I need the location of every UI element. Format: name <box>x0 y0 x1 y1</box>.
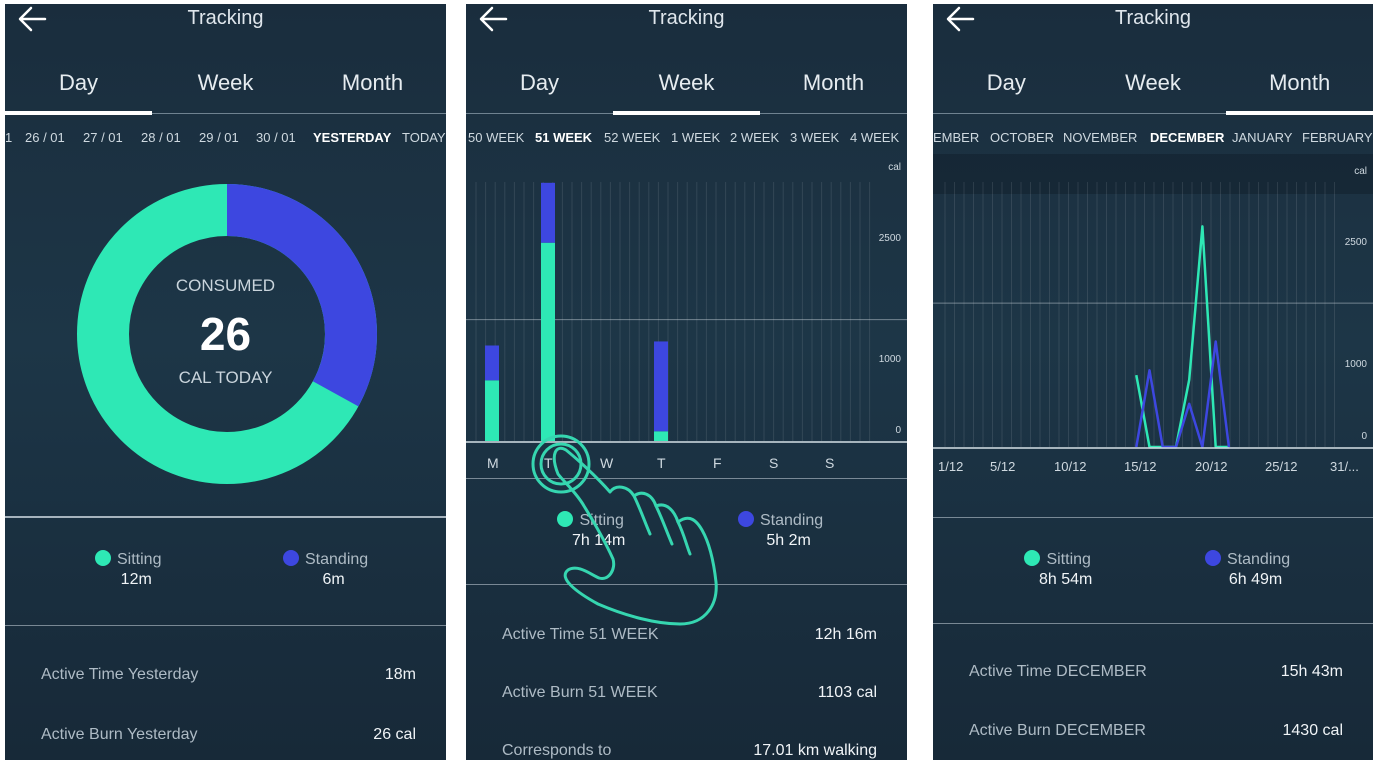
legend-sitting: Sitting 8h 54m <box>1023 550 1092 589</box>
legend-value: 12m <box>120 571 152 588</box>
tab-week[interactable]: Week <box>152 62 299 113</box>
month-item[interactable]: FEBRUARY <box>1302 130 1373 145</box>
week-screen: Tracking Day Week Month 50 WEEK 51 WEEK … <box>466 4 907 760</box>
legend-label: Sitting <box>117 551 162 568</box>
chart-top-band <box>933 154 1373 194</box>
period-tabs: Day Week Month <box>933 62 1373 115</box>
legend-value: 6h 49m <box>1228 571 1283 588</box>
screen-title: Tracking <box>187 7 264 29</box>
legend-label: Standing <box>1227 551 1291 568</box>
y-axis-unit: cal <box>1354 166 1367 177</box>
stat-value: 1430 cal <box>1282 722 1344 739</box>
stat-row: Active Burn DECEMBER 1430 cal <box>969 722 1343 746</box>
donut-bottom-label: CAL TODAY <box>178 368 273 387</box>
screen-title: Tracking <box>1115 7 1191 29</box>
divider <box>5 516 446 518</box>
app-header: Tracking <box>933 4 1373 48</box>
day-item[interactable]: 30 / 01 <box>256 130 296 145</box>
x-tick-label: 20/12 <box>1195 459 1228 474</box>
day-selector: 1 26 / 01 27 / 01 28 / 01 29 / 01 30 / 0… <box>5 128 446 150</box>
month-item-selected[interactable]: DECEMBER <box>1150 130 1224 145</box>
x-tick-label: 31/... <box>1330 459 1359 474</box>
legend-label: Sitting <box>1046 551 1091 568</box>
donut-value: 26 <box>199 308 252 360</box>
month-item[interactable]: NOVEMBER <box>1063 130 1137 145</box>
y-tick-label: 2500 <box>1344 237 1367 248</box>
legend-value: 6m <box>322 571 345 588</box>
stat-label: Active Burn Yesterday <box>41 726 198 743</box>
y-tick-label: 0 <box>1361 431 1367 442</box>
stat-row: Active Burn Yesterday 26 cal <box>41 726 416 750</box>
divider <box>933 517 1373 518</box>
divider <box>933 623 1373 624</box>
day-item[interactable]: 28 / 01 <box>141 130 181 145</box>
x-tick-label: 25/12 <box>1265 459 1298 474</box>
x-tick-label: 5/12 <box>990 459 1016 474</box>
stat-row: Active Time Yesterday 18m <box>41 666 416 690</box>
day-item[interactable]: 1 <box>5 130 12 145</box>
day-item[interactable]: TODAY <box>402 130 446 145</box>
standing-dot-icon <box>283 550 299 566</box>
donut-top-label: CONSUMED <box>175 276 276 295</box>
stat-value: 15h 43m <box>1280 663 1343 680</box>
month-item[interactable]: OCTOBER <box>990 130 1054 145</box>
legend-standing: Standing 6m <box>283 550 368 589</box>
month-item[interactable]: JANUARY <box>1232 130 1292 145</box>
month-selector: EMBER OCTOBER NOVEMBER DECEMBER JANUARY … <box>933 128 1373 150</box>
x-tick-label: 15/12 <box>1124 459 1157 474</box>
day-item[interactable]: 26 / 01 <box>25 130 65 145</box>
x-tick-label: 10/12 <box>1054 459 1087 474</box>
legend-label: Standing <box>305 551 369 568</box>
stat-value: 18m <box>384 666 416 683</box>
tab-week[interactable]: Week <box>1080 62 1227 113</box>
legend-sitting: Sitting 12m <box>95 550 161 589</box>
tab-month[interactable]: Month <box>299 62 446 113</box>
stat-label: Active Time Yesterday <box>41 666 199 683</box>
tab-day[interactable]: Day <box>933 62 1080 113</box>
app-header: Tracking <box>5 4 446 48</box>
day-item[interactable]: 29 / 01 <box>199 130 239 145</box>
stat-value: 26 cal <box>373 726 416 743</box>
sitting-dot-icon <box>95 550 111 566</box>
tap-gesture-hand-icon <box>531 434 718 626</box>
period-tabs: Day Week Month <box>5 62 446 115</box>
month-screen: Tracking Day Week Month EMBER OCTOBER NO… <box>933 4 1373 760</box>
stat-label: Active Time DECEMBER <box>969 663 1147 680</box>
legend-standing: Standing 6h 49m <box>1205 550 1290 589</box>
x-tick-label: 1/12 <box>938 459 964 474</box>
divider <box>5 625 446 626</box>
tab-day[interactable]: Day <box>5 62 152 115</box>
stat-row: Active Time DECEMBER 15h 43m <box>969 663 1343 687</box>
standing-dot-icon <box>1205 550 1221 566</box>
stat-label: Active Burn DECEMBER <box>969 722 1146 739</box>
day-screen: Tracking Day Week Month 1 26 / 01 27 / 0… <box>5 4 446 760</box>
monthly-calories-chart <box>933 154 1373 449</box>
month-item[interactable]: EMBER <box>933 130 979 145</box>
day-item-selected[interactable]: YESTERDAY <box>313 130 391 145</box>
y-tick-label: 1000 <box>1344 359 1367 370</box>
chart-baseline <box>933 447 1373 449</box>
sitting-dot-icon <box>1024 550 1041 566</box>
day-item[interactable]: 27 / 01 <box>83 130 123 145</box>
tab-month[interactable]: Month <box>1226 62 1373 115</box>
legend-value: 8h 54m <box>1039 571 1093 588</box>
